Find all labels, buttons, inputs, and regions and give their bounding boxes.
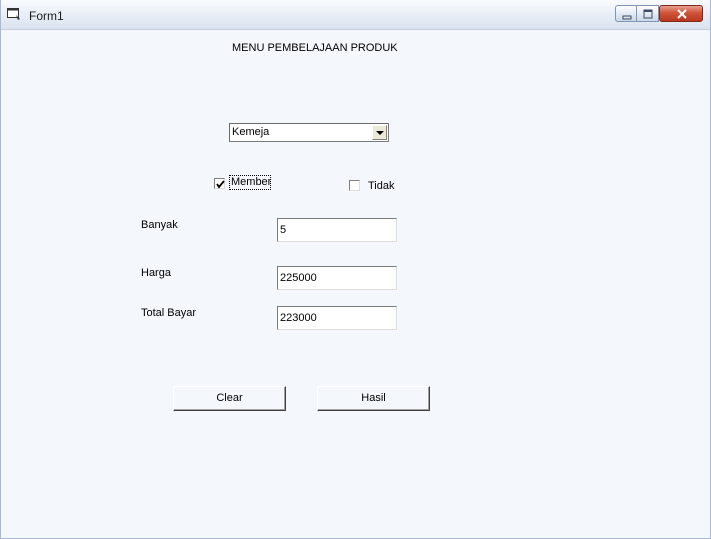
close-button[interactable]	[659, 5, 703, 22]
product-combobox-value: Kemeja	[232, 126, 270, 138]
chevron-down-icon	[376, 131, 384, 135]
checkmark-icon	[216, 180, 225, 189]
harga-input-value: 225000	[280, 272, 317, 284]
window-title: Form1	[29, 9, 64, 23]
banyak-input[interactable]: 5	[277, 218, 397, 242]
tidak-checkbox-label[interactable]: Tidak	[368, 180, 395, 192]
minimize-button[interactable]	[615, 5, 637, 22]
total-bayar-label: Total Bayar	[141, 307, 197, 319]
total-bayar-input-value: 223000	[280, 312, 317, 324]
page-title: MENU PEMBELAJAAN PRODUK	[232, 42, 398, 54]
banyak-input-value: 5	[280, 224, 287, 236]
total-bayar-input[interactable]: 223000	[277, 306, 397, 330]
app-window: Form1 MENU PEMBELAJAAN PRODUK Kemeja Mem…	[0, 0, 711, 539]
maximize-icon	[643, 9, 653, 19]
banyak-label: Banyak	[141, 219, 178, 231]
title-bar[interactable]: Form1	[1, 0, 710, 30]
form-client-area: MENU PEMBELAJAAN PRODUK Kemeja Member Ti…	[1, 31, 710, 538]
form-window-icon[interactable]	[7, 8, 21, 21]
minimize-icon	[622, 15, 632, 20]
hasil-button[interactable]: Hasil	[317, 386, 430, 411]
product-combobox[interactable]: Kemeja	[229, 123, 389, 142]
harga-input[interactable]: 225000	[277, 266, 397, 290]
tidak-checkbox[interactable]	[349, 180, 360, 191]
member-checkbox-label[interactable]: Member	[231, 176, 271, 188]
combobox-dropdown-button[interactable]	[372, 125, 387, 140]
maximize-button[interactable]	[637, 5, 659, 22]
member-checkbox[interactable]	[214, 178, 225, 189]
harga-label: Harga	[141, 267, 171, 279]
close-icon	[677, 9, 687, 19]
clear-button[interactable]: Clear	[173, 386, 286, 411]
